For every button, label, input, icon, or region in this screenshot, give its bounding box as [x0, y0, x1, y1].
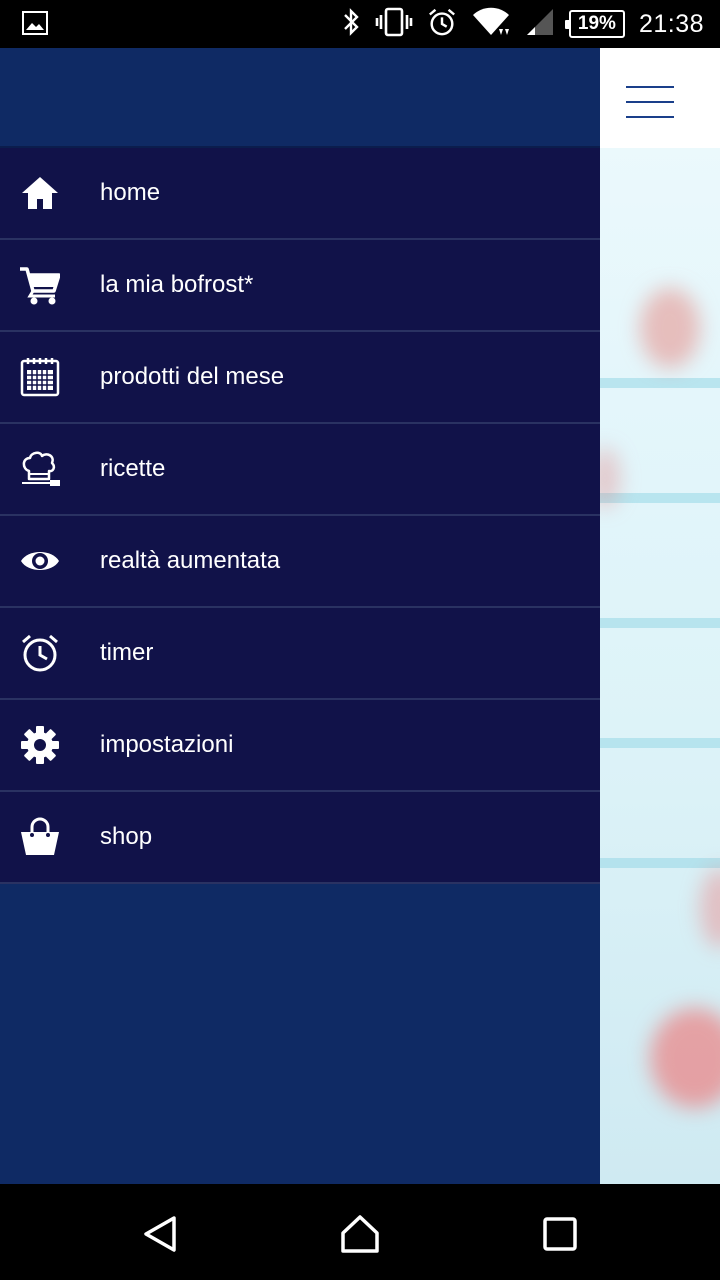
- recent-apps-icon[interactable]: [540, 1214, 580, 1254]
- system-navigation-bar: [0, 1184, 720, 1280]
- menu-item-label: timer: [100, 639, 154, 666]
- eye-icon: [20, 541, 60, 581]
- signal-icon: [525, 7, 555, 42]
- menu-item-label: home: [100, 179, 161, 206]
- bluetooth-icon: [341, 7, 361, 42]
- alarm-clock-icon: [20, 633, 60, 673]
- menu-item-label: shop: [100, 823, 153, 850]
- hamburger-menu-icon[interactable]: [626, 86, 674, 120]
- battery-indicator: 19%: [564, 10, 625, 38]
- image-notification-icon: [22, 11, 48, 35]
- menu-item-timer[interactable]: timer: [0, 608, 600, 700]
- menu-item-label: realtà aumentata: [100, 547, 281, 574]
- battery-level: 19%: [577, 13, 616, 34]
- wifi-icon: [471, 7, 511, 42]
- menu-item-realta-aumentata[interactable]: realtà aumentata: [0, 516, 600, 608]
- alarm-status-icon: [427, 7, 457, 42]
- chef-hat-icon: [20, 449, 60, 489]
- back-icon[interactable]: [140, 1214, 180, 1254]
- calendar-icon: [20, 357, 60, 397]
- menu-item-ricette[interactable]: ricette: [0, 424, 600, 516]
- shopping-bag-icon: [20, 817, 60, 857]
- menu-item-label: la mia bofrost*: [100, 271, 254, 298]
- drawer-header: [0, 48, 600, 148]
- gear-icon: [20, 725, 60, 765]
- cart-icon: [20, 265, 60, 305]
- menu-item-label: ricette: [100, 455, 166, 482]
- navigation-drawer: home la mia bofrost* prodotti del mese r…: [0, 48, 600, 1184]
- home-nav-icon[interactable]: [340, 1214, 380, 1254]
- home-icon: [20, 173, 60, 213]
- status-bar: 19% 21:38: [0, 0, 720, 48]
- menu-item-home[interactable]: home: [0, 148, 600, 240]
- main-content-background: [600, 48, 720, 1184]
- clock: 21:38: [638, 9, 704, 38]
- menu-item-impostazioni[interactable]: impostazioni: [0, 700, 600, 792]
- menu-item-label: impostazioni: [100, 731, 234, 758]
- menu-item-la-mia-bofrost[interactable]: la mia bofrost*: [0, 240, 600, 332]
- app-header: [600, 48, 720, 148]
- vibrate-icon: [375, 7, 413, 42]
- menu-item-shop[interactable]: shop: [0, 792, 600, 884]
- menu-item-label: prodotti del mese: [100, 363, 285, 390]
- menu-item-prodotti-del-mese[interactable]: prodotti del mese: [0, 332, 600, 424]
